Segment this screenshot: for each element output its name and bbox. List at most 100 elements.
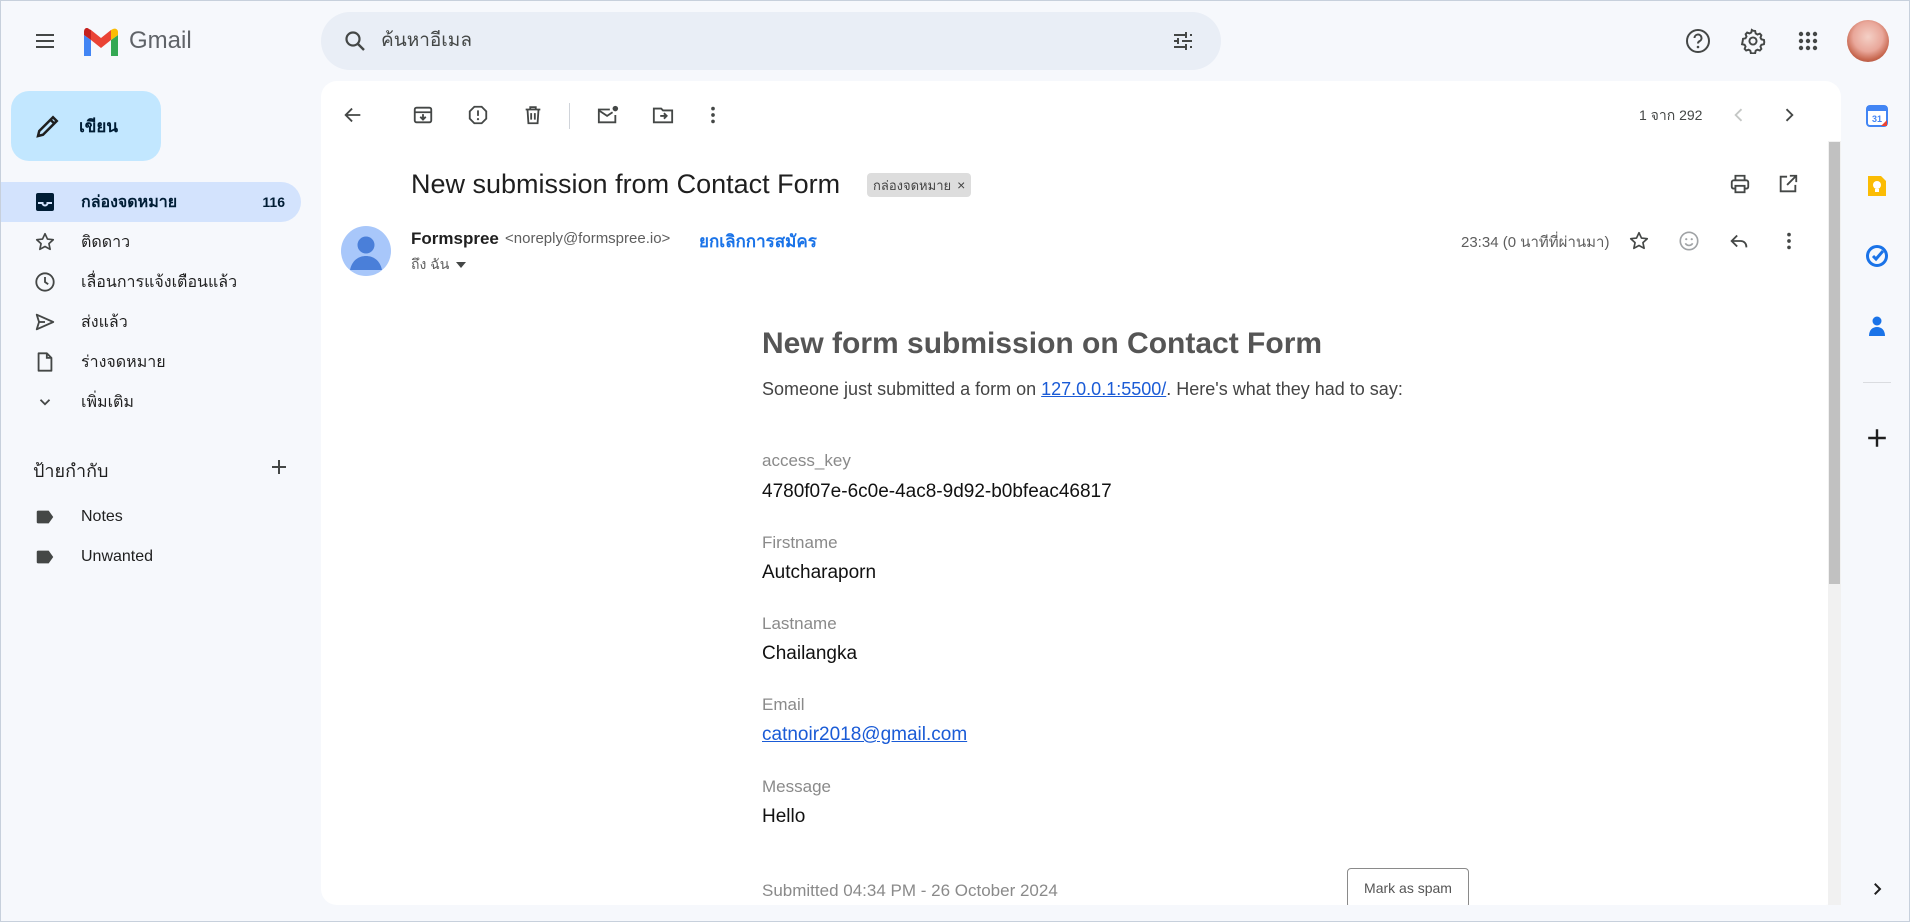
- get-addons-button[interactable]: [1859, 420, 1895, 456]
- gmail-wordmark: Gmail: [129, 27, 192, 54]
- sidebar-item-label: ร่างจดหมาย: [81, 353, 166, 371]
- sender-email: <noreply@formspree.io>: [505, 230, 671, 247]
- open-in-new-window-button[interactable]: [1771, 167, 1805, 201]
- inbox-label-chip: กล่องจดหมาย ×: [867, 173, 972, 197]
- search-options-icon[interactable]: [1163, 21, 1203, 61]
- email-link[interactable]: catnoir2018@gmail.com: [762, 724, 967, 746]
- help-button[interactable]: [1678, 21, 1718, 61]
- field-label: Lastname: [762, 614, 837, 633]
- compose-label: เขียน: [79, 116, 119, 136]
- form-url-link[interactable]: 127.0.0.1:5500/: [1041, 379, 1166, 399]
- inbox-icon: [33, 190, 57, 214]
- submitted-timestamp: Submitted 04:34 PM - 26 October 2024: [762, 881, 1058, 900]
- delete-button[interactable]: [513, 95, 553, 135]
- compose-button[interactable]: เขียน: [11, 91, 161, 161]
- send-icon: [33, 310, 57, 334]
- chip-label: กล่องจดหมาย: [873, 177, 952, 193]
- sidebar-label-notes[interactable]: Notes: [1, 497, 301, 537]
- google-apps-button[interactable]: [1788, 21, 1828, 61]
- older-button[interactable]: [1769, 95, 1809, 135]
- scrollbar-thumb[interactable]: [1829, 142, 1840, 584]
- add-reaction-button[interactable]: [1671, 223, 1707, 259]
- sidebar-item-label: เพิ่มเติม: [81, 393, 134, 411]
- field-label: Firstname: [762, 533, 838, 552]
- expand-side-panel-button[interactable]: [1859, 871, 1895, 907]
- field-label: Email: [762, 695, 805, 714]
- chevron-right-icon: [1868, 880, 1886, 898]
- sender-name[interactable]: Formspree: [411, 229, 499, 249]
- sidebar-item-starred[interactable]: ติดดาว: [1, 222, 301, 262]
- caret-down-icon: [455, 261, 467, 269]
- account-avatar[interactable]: [1847, 20, 1889, 62]
- keep-button[interactable]: [1859, 168, 1895, 204]
- chevron-left-icon: [1729, 105, 1749, 125]
- back-button[interactable]: [333, 95, 373, 135]
- chevron-down-icon: [33, 390, 57, 414]
- reply-button[interactable]: [1721, 223, 1757, 259]
- apps-grid-icon: [1796, 29, 1820, 53]
- unread-count: 116: [262, 194, 285, 210]
- move-to-button[interactable]: [643, 95, 683, 135]
- mark-as-spam-button[interactable]: Mark as spam: [1347, 868, 1469, 905]
- mark-unread-button[interactable]: [588, 95, 628, 135]
- field-value: Hello: [762, 806, 806, 827]
- newer-button[interactable]: [1719, 95, 1759, 135]
- folder-move-icon: [652, 104, 674, 126]
- search-input[interactable]: [381, 30, 1141, 52]
- field-value: Chailangka: [762, 643, 858, 664]
- message-more-button[interactable]: [1771, 223, 1807, 259]
- sidebar-item-snoozed[interactable]: เลื่อนการแจ้งเตือนแล้ว: [1, 262, 301, 302]
- hamburger-icon: [33, 29, 57, 53]
- search-bar[interactable]: [321, 12, 1221, 70]
- chevron-right-icon: [1779, 105, 1799, 125]
- sidebar-item-label: ส่งแล้ว: [81, 313, 128, 331]
- clock-icon: [33, 270, 57, 294]
- tasks-button[interactable]: [1859, 238, 1895, 274]
- sidebar-item-inbox[interactable]: กล่องจดหมาย 116: [1, 182, 301, 222]
- calendar-button[interactable]: 31: [1859, 98, 1895, 134]
- gmail-m-icon: [81, 26, 121, 56]
- create-label-button[interactable]: [263, 451, 295, 483]
- emoji-icon: [1678, 230, 1700, 252]
- star-button[interactable]: [1621, 223, 1657, 259]
- trash-icon: [522, 104, 544, 126]
- sidebar-item-label: เลื่อนการแจ้งเตือนแล้ว: [81, 273, 238, 291]
- sender-avatar[interactable]: [341, 226, 391, 276]
- recipient-text: ถึง ฉัน: [411, 256, 450, 272]
- archive-button[interactable]: [403, 95, 443, 135]
- chip-remove-icon[interactable]: ×: [957, 177, 965, 193]
- recipient-details-toggle[interactable]: ถึง ฉัน: [411, 254, 467, 276]
- plus-icon: [269, 457, 289, 477]
- reply-icon: [1728, 230, 1750, 252]
- sidebar-item-sent[interactable]: ส่งแล้ว: [1, 302, 301, 342]
- label-icon: [33, 545, 57, 569]
- search-icon[interactable]: [335, 21, 375, 61]
- more-actions-button[interactable]: [693, 95, 733, 135]
- sidebar-item-label: Unwanted: [81, 548, 154, 565]
- report-spam-button[interactable]: [458, 95, 498, 135]
- sidebar-item-more[interactable]: เพิ่มเติม: [1, 382, 301, 422]
- unsubscribe-link[interactable]: ยกเลิกการสมัคร: [699, 228, 817, 255]
- contacts-button[interactable]: [1859, 308, 1895, 344]
- sidebar-item-drafts[interactable]: ร่างจดหมาย: [1, 342, 301, 382]
- tasks-icon: [1865, 244, 1889, 268]
- main-menu-button[interactable]: [25, 21, 65, 61]
- message-subject: New submission from Contact Form: [411, 169, 841, 199]
- sidebar-label-unwanted[interactable]: Unwanted: [1, 537, 301, 577]
- settings-button[interactable]: [1733, 21, 1773, 61]
- field-value: 4780f07e-6c0e-4ac8-9d92-b0bfeac46817: [762, 481, 1112, 502]
- print-button[interactable]: [1723, 167, 1757, 201]
- sidebar-item-label: Notes: [81, 508, 123, 525]
- gmail-logo[interactable]: Gmail: [81, 23, 192, 59]
- email-body-intro: Someone just submitted a form on 127.0.0…: [762, 379, 1403, 400]
- archive-icon: [412, 104, 434, 126]
- sidebar-item-label: ติดดาว: [81, 233, 131, 251]
- email-body-title: New form submission on Contact Form: [762, 327, 1323, 360]
- field-label: access_key: [762, 451, 851, 470]
- field-label: Message: [762, 777, 831, 796]
- intro-text: Someone just submitted a form on: [762, 379, 1042, 399]
- labels-section-title: ป้ายกำกับ: [33, 461, 109, 481]
- help-icon: [1685, 28, 1711, 54]
- more-vert-icon: [702, 104, 724, 126]
- field-value: Autcharaporn: [762, 562, 877, 583]
